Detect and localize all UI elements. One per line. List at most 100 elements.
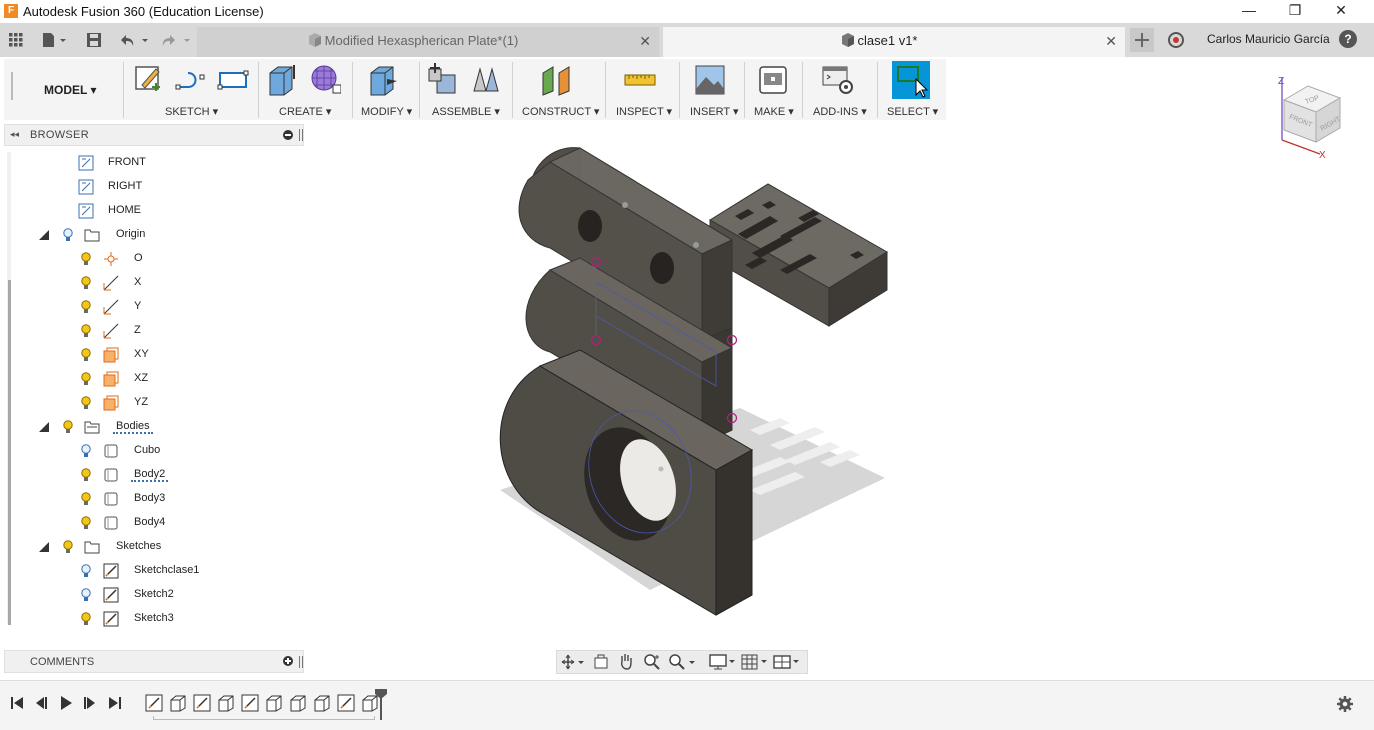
visibility-bulb-on-icon[interactable]	[63, 420, 73, 434]
sketch-menu[interactable]: SKETCH ▾	[165, 105, 218, 118]
visibility-bulb-on-icon[interactable]	[81, 492, 91, 506]
visibility-bulb-on-icon[interactable]	[81, 372, 91, 386]
tree-item-body-2[interactable]: Body2	[78, 464, 198, 486]
grid-snaps-icon[interactable]	[741, 654, 769, 670]
joint-icon[interactable]	[470, 63, 502, 97]
3d-viewport-model[interactable]	[480, 140, 900, 630]
tree-item-axis-z[interactable]: Z	[78, 320, 198, 342]
insert-image-icon[interactable]	[694, 63, 726, 97]
collapse-browser-icon[interactable]: ◂◂	[10, 129, 19, 140]
timeline-extrude-feature-icon[interactable]	[265, 694, 283, 712]
collapse-triangle-icon[interactable]	[38, 229, 50, 241]
browser-pin-icon[interactable]	[299, 129, 303, 141]
visibility-bulb-off-icon[interactable]	[81, 444, 91, 458]
zoom-icon[interactable]	[643, 653, 661, 671]
line-tool-icon[interactable]	[174, 63, 206, 97]
tree-folder-sketches[interactable]: Sketches	[38, 536, 238, 558]
timeline-extrude-feature-icon[interactable]	[313, 694, 331, 712]
assemble-menu[interactable]: ASSEMBLE ▾	[432, 105, 500, 118]
tree-item-plane-xy[interactable]: XY	[78, 344, 198, 366]
file-menu-icon[interactable]	[38, 29, 70, 51]
workspace-switcher[interactable]: MODEL ▾	[44, 83, 96, 97]
tree-item-sketch-2[interactable]: Sketch2	[78, 584, 218, 606]
viewcube[interactable]: Z X TOP FRONT RIGHT	[1268, 70, 1350, 162]
visibility-bulb-on-icon[interactable]	[81, 516, 91, 530]
press-pull-icon[interactable]	[367, 63, 399, 97]
tree-item-body-3[interactable]: Body3	[78, 488, 198, 510]
timeline-sketch-feature-icon[interactable]	[193, 694, 211, 712]
visibility-bulb-off-icon[interactable]	[81, 564, 91, 578]
visibility-bulb-on-icon[interactable]	[81, 324, 91, 338]
visibility-bulb-off-icon[interactable]	[81, 588, 91, 602]
inspect-menu[interactable]: INSPECT ▾	[616, 105, 672, 118]
maximize-button[interactable]: ❐	[1272, 0, 1318, 23]
tree-item-view-front[interactable]: FRONT	[78, 152, 218, 174]
undo-icon[interactable]	[116, 29, 152, 51]
tree-item-view-home[interactable]: HOME	[78, 200, 218, 222]
pan-hand-icon[interactable]	[618, 653, 634, 671]
construct-menu[interactable]: CONSTRUCT ▾	[522, 105, 599, 118]
timeline-go-to-start-icon[interactable]	[9, 694, 25, 712]
display-settings-icon[interactable]	[709, 654, 737, 670]
select-menu[interactable]: SELECT ▾	[887, 105, 938, 118]
collapse-triangle-icon[interactable]	[38, 541, 50, 553]
close-tab-icon[interactable]: ✕	[1105, 27, 1117, 55]
comments-pin-icon[interactable]	[299, 656, 303, 668]
tab-clase1-v1[interactable]: clase1 v1* ✕	[663, 27, 1125, 57]
collapse-triangle-icon[interactable]	[38, 421, 50, 433]
timeline-step-back-icon[interactable]	[33, 694, 49, 712]
tree-item-axis-x[interactable]: X	[78, 272, 198, 294]
timeline-step-forward-icon[interactable]	[82, 694, 98, 712]
visibility-bulb-on-icon[interactable]	[81, 252, 91, 266]
insert-menu[interactable]: INSERT ▾	[690, 105, 739, 118]
measure-icon[interactable]	[624, 63, 656, 97]
offset-plane-icon[interactable]	[541, 63, 573, 97]
rectangle-tool-icon[interactable]	[217, 63, 249, 97]
visibility-bulb-on-icon[interactable]	[81, 348, 91, 362]
help-icon[interactable]: ?	[1339, 30, 1357, 48]
tree-item-view-right[interactable]: RIGHT	[78, 176, 218, 198]
visibility-bulb-on-icon[interactable]	[63, 540, 73, 554]
browser-scrollbar-thumb[interactable]	[8, 280, 11, 625]
visibility-bulb-off-icon[interactable]	[63, 228, 73, 242]
timeline-play-icon[interactable]	[58, 694, 74, 712]
scripts-addins-icon[interactable]	[822, 63, 854, 97]
addins-menu[interactable]: ADD-INS ▾	[813, 105, 867, 118]
minimize-button[interactable]: —	[1226, 0, 1272, 23]
user-account-menu[interactable]: Carlos Mauricio García	[1207, 32, 1330, 46]
visibility-bulb-on-icon[interactable]	[81, 276, 91, 290]
job-status-icon[interactable]	[1165, 29, 1187, 51]
visibility-bulb-on-icon[interactable]	[81, 300, 91, 314]
tree-item-sketch-3[interactable]: Sketch3	[78, 608, 218, 630]
3d-print-icon[interactable]	[757, 63, 789, 97]
timeline-go-to-end-icon[interactable]	[107, 694, 123, 712]
new-component-icon[interactable]	[427, 63, 459, 97]
browser-minimize-icon[interactable]	[283, 130, 293, 140]
orbit-icon[interactable]	[561, 654, 585, 670]
comments-panel-header[interactable]: COMMENTS	[4, 650, 304, 673]
extrude-icon[interactable]	[266, 63, 298, 97]
timeline-extrude-feature-icon[interactable]	[169, 694, 187, 712]
timeline-sketch-feature-icon[interactable]	[337, 694, 355, 712]
data-panel-grid-icon[interactable]	[5, 29, 27, 51]
close-tab-icon[interactable]: ✕	[639, 27, 651, 55]
tree-item-origin-point[interactable]: O	[78, 248, 198, 270]
tree-item-plane-xz[interactable]: XZ	[78, 368, 198, 390]
timeline-extrude-feature-icon[interactable]	[217, 694, 235, 712]
new-tab-plus-icon[interactable]	[1130, 28, 1154, 52]
look-at-icon[interactable]	[593, 654, 609, 670]
visibility-bulb-on-icon[interactable]	[81, 468, 91, 482]
form-tspline-icon[interactable]	[309, 63, 341, 97]
visibility-bulb-on-icon[interactable]	[81, 612, 91, 626]
timeline-extrude-feature-icon[interactable]	[289, 694, 307, 712]
tree-item-axis-y[interactable]: Y	[78, 296, 198, 318]
create-sketch-icon[interactable]	[132, 63, 164, 97]
timeline-sketch-feature-icon[interactable]	[145, 694, 163, 712]
tree-item-sketch-clase1[interactable]: Sketchclase1	[78, 560, 218, 582]
timeline-sketch-feature-icon[interactable]	[241, 694, 259, 712]
timeline-marker[interactable]	[374, 688, 388, 720]
viewports-icon[interactable]	[773, 654, 801, 670]
make-menu[interactable]: MAKE ▾	[754, 105, 794, 118]
toolbar-grip[interactable]	[11, 72, 13, 100]
comments-add-icon[interactable]	[283, 656, 293, 666]
